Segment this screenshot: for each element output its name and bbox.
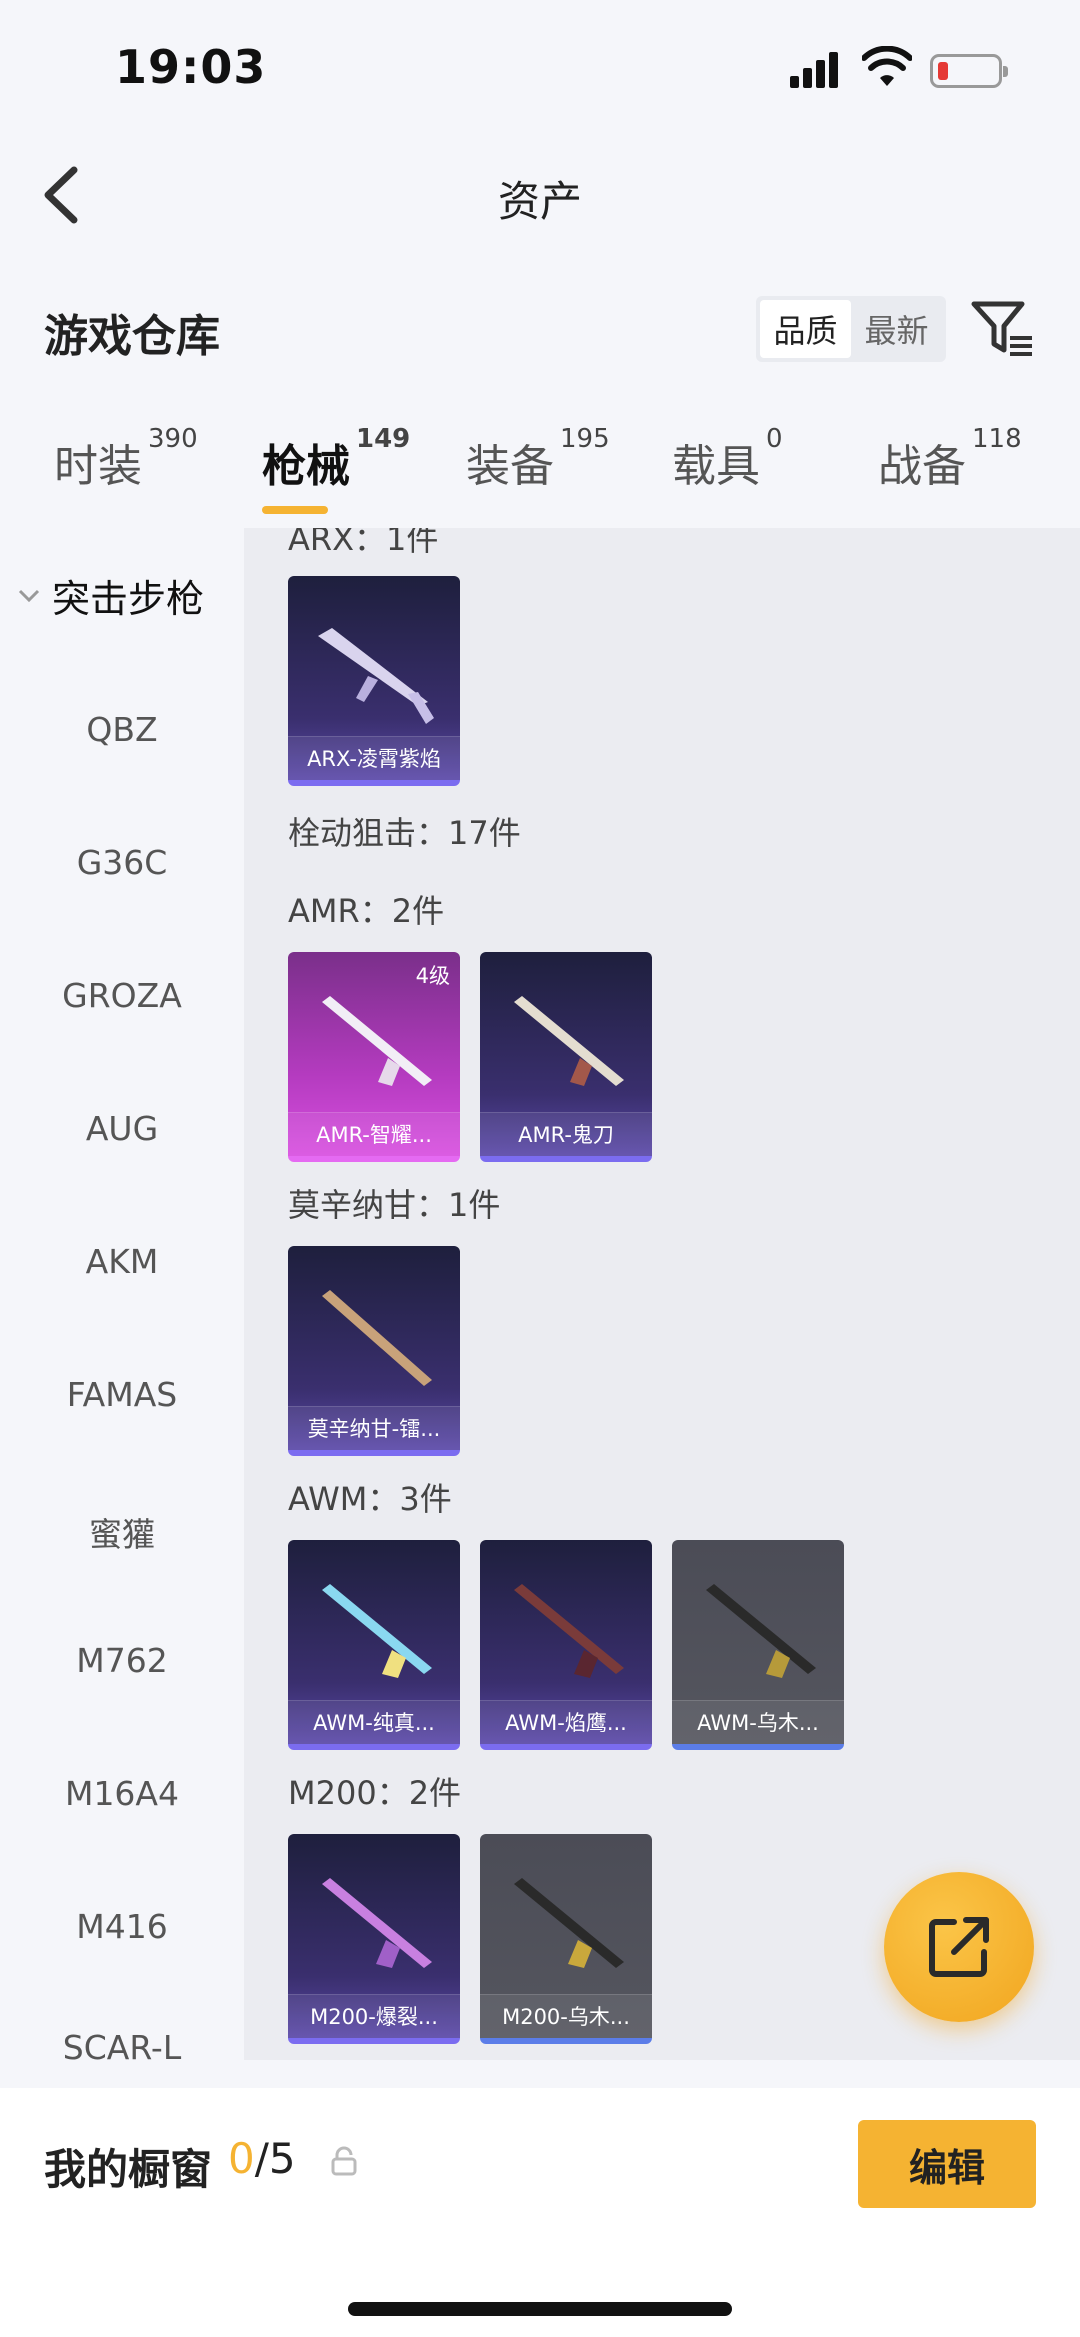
weapon-card-name: M200-乌木... (480, 1994, 652, 2038)
sidebar-item-famas[interactable]: FAMAS (0, 1375, 244, 1414)
showcase-count: 0/5 (228, 2134, 296, 2183)
showcase-title: 我的橱窗 (44, 2145, 213, 2194)
sort-quality-button[interactable]: 品质 (760, 300, 851, 358)
showcase-panel: 我的橱窗 0/5 编辑 (0, 2088, 1080, 2337)
sidebar-item-qbz[interactable]: QBZ (0, 710, 244, 749)
weapon-card[interactable]: AWM-纯真... (288, 1540, 460, 1750)
weapon-card-name: 莫辛纳甘-镭... (288, 1406, 460, 1450)
sniper-rifle-icon (514, 1878, 624, 1968)
sidebar-item-m416[interactable]: M416 (0, 1907, 244, 1946)
weapon-card-name: AWM-焰鹰... (480, 1700, 652, 1744)
tab-equipment[interactable]: 装备195 (466, 424, 610, 494)
section-label: M200：2件 (288, 1774, 462, 1812)
sidebar-item-honey-badger[interactable]: 蜜獾 (0, 1508, 244, 1556)
sniper-rifle-icon (514, 1584, 624, 1678)
nav-bar: 资产 (0, 130, 1080, 260)
sniper-rifle-icon (514, 996, 624, 1086)
edit-button[interactable]: 编辑 (858, 2120, 1036, 2208)
weapon-list: ARX：1件 ARX-凌霄紫焰 栓动狙击：17件 AMR：2件 4级 AMR-智… (244, 528, 1080, 2060)
tab-label: 战备 (878, 441, 966, 492)
weapon-card-name: AWM-乌木... (672, 1700, 844, 1744)
tab-label: 时装 (54, 441, 142, 492)
warehouse-title: 游戏仓库 (44, 311, 220, 362)
rifle-icon (318, 628, 434, 724)
weapon-card[interactable]: M200-爆裂... (288, 1834, 460, 2044)
tab-label: 枪械 (262, 441, 350, 492)
sidebar-item-g36c[interactable]: G36C (0, 843, 244, 882)
weapon-card-name: AMR-鬼刀 (480, 1112, 652, 1156)
sidebar-group-label: 突击步枪 (52, 577, 205, 621)
category-tabs: 时装390 枪械149 装备195 载具0 战备118 (0, 424, 1080, 520)
tab-count: 195 (560, 424, 610, 454)
sidebar-item-m762[interactable]: M762 (0, 1641, 244, 1680)
weapon-card-name: AMR-智耀... (288, 1112, 460, 1156)
sniper-rifle-icon (322, 1584, 432, 1678)
sniper-rifle-icon (322, 1878, 432, 1968)
section-label: ARX：1件 (288, 528, 439, 558)
tab-count: 390 (148, 424, 198, 454)
sidebar-item-groza[interactable]: GROZA (0, 976, 244, 1015)
tab-count: 149 (356, 424, 411, 454)
weapon-type-sidebar: 突击步枪 QBZ G36C GROZA AUG AKM FAMAS 蜜獾 M76… (0, 528, 244, 2060)
weapon-card[interactable]: ARX-凌霄紫焰 (288, 576, 460, 786)
sidebar-item-scar-l[interactable]: SCAR-L (0, 2028, 244, 2060)
tab-supplies[interactable]: 战备118 (878, 424, 1022, 494)
tab-label: 载具 (672, 441, 760, 492)
share-button[interactable] (884, 1872, 1034, 2022)
wifi-icon (862, 46, 912, 86)
weapon-card[interactable]: AWM-焰鹰... (480, 1540, 652, 1750)
active-tab-indicator (262, 506, 328, 514)
weapon-card[interactable]: M200-乌木... (480, 1834, 652, 2044)
status-bar: 19:03 (0, 0, 1080, 130)
weapon-card[interactable]: 莫辛纳甘-镭... (288, 1246, 460, 1456)
weapon-card[interactable]: AMR-鬼刀 (480, 952, 652, 1162)
sidebar-item-m16a4[interactable]: M16A4 (0, 1774, 244, 1813)
tab-fashion[interactable]: 时装390 (54, 424, 198, 494)
section-label: 栓动狙击：17件 (288, 814, 521, 852)
weapon-card-name: ARX-凌霄紫焰 (288, 736, 460, 780)
filter-icon[interactable] (970, 298, 1034, 360)
tab-label: 装备 (466, 441, 554, 492)
battery-icon (930, 54, 1008, 88)
sidebar-item-akm[interactable]: AKM (0, 1242, 244, 1281)
tab-vehicles[interactable]: 载具0 (672, 424, 783, 494)
page-title: 资产 (497, 177, 582, 226)
share-icon (929, 1917, 989, 1977)
sort-latest-button[interactable]: 最新 (851, 300, 942, 358)
showcase-total: /5 (254, 2134, 296, 2183)
showcase-current: 0 (228, 2134, 255, 2183)
tab-guns[interactable]: 枪械149 (262, 424, 410, 494)
sort-toggle: 品质 最新 (756, 296, 946, 362)
weapon-card-name: AWM-纯真... (288, 1700, 460, 1744)
section-label: AWM：3件 (288, 1480, 452, 1518)
weapon-card[interactable]: 4级 AMR-智耀... (288, 952, 460, 1162)
home-indicator (348, 2302, 732, 2316)
sniper-rifle-icon (322, 1290, 432, 1386)
sidebar-item-aug[interactable]: AUG (0, 1109, 244, 1148)
tab-count: 0 (766, 424, 783, 454)
section-label: AMR：2件 (288, 892, 445, 930)
sniper-rifle-icon (706, 1584, 816, 1678)
lock-icon (331, 2146, 357, 2176)
weapon-card-name: M200-爆裂... (288, 1994, 460, 2038)
sniper-rifle-icon (322, 996, 432, 1086)
weapon-card[interactable]: AWM-乌木... (672, 1540, 844, 1750)
tab-count: 118 (972, 424, 1022, 454)
sidebar-group-assault-rifle[interactable]: 突击步枪 (18, 568, 204, 623)
chevron-down-icon (18, 589, 40, 602)
cellular-signal-icon (790, 50, 840, 88)
section-label: 莫辛纳甘：1件 (288, 1186, 501, 1224)
status-time: 19:03 (115, 40, 267, 94)
